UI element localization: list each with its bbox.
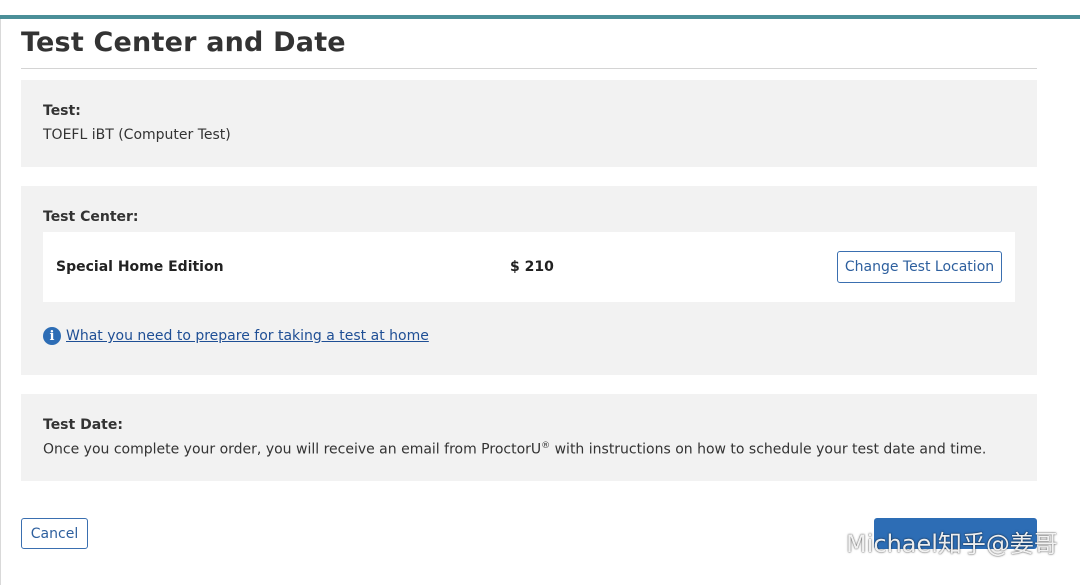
test-center-card: Special Home Edition $ 210 Change Test L… — [43, 232, 1015, 302]
title-divider — [21, 68, 1037, 69]
info-icon: i — [43, 327, 61, 345]
watermark: Michael知乎@姜哥 — [814, 524, 1058, 559]
test-panel: Test: TOEFL iBT (Computer Test) — [21, 80, 1037, 167]
prepare-info-row: i What you need to prepare for taking a … — [43, 327, 429, 345]
test-date-panel: Test Date: Once you complete your order,… — [21, 394, 1037, 481]
left-border — [0, 19, 1, 585]
test-label: Test: — [43, 103, 81, 119]
wechat-icon — [814, 531, 840, 552]
test-center-label: Test Center: — [43, 209, 139, 225]
test-value: TOEFL iBT (Computer Test) — [43, 127, 231, 143]
page-title: Test Center and Date — [21, 27, 346, 58]
test-date-text-before: Once you complete your order, you will r… — [43, 441, 542, 458]
test-center-name: Special Home Edition — [56, 259, 224, 275]
change-test-location-button[interactable]: Change Test Location — [837, 251, 1002, 283]
test-price: $ 210 — [510, 259, 554, 275]
watermark-text: Michael知乎@姜哥 — [846, 530, 1058, 558]
test-date-label: Test Date: — [43, 417, 123, 433]
test-center-panel: Test Center: Special Home Edition $ 210 … — [21, 186, 1037, 375]
test-date-text-after: with instructions on how to schedule you… — [550, 441, 987, 458]
top-accent-bar — [0, 15, 1080, 19]
cancel-button[interactable]: Cancel — [21, 518, 88, 549]
test-date-description: Once you complete your order, you will r… — [43, 441, 986, 458]
prepare-test-at-home-link[interactable]: What you need to prepare for taking a te… — [66, 328, 429, 344]
registered-mark: ® — [541, 441, 551, 451]
